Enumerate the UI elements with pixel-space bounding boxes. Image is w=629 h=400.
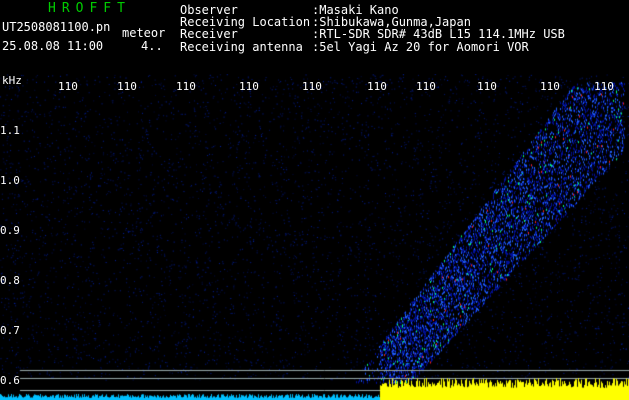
time-tick-label: 110 bbox=[176, 80, 196, 93]
y-tick-label: 0.8 bbox=[0, 274, 20, 287]
time-tick-label: 110 bbox=[239, 80, 259, 93]
spectrogram bbox=[0, 74, 629, 400]
detection-type-label: meteor bbox=[122, 26, 166, 40]
time-tick-label: 110 bbox=[58, 80, 78, 93]
y-tick-label: 0.7 bbox=[0, 324, 20, 337]
time-tick-label: 110 bbox=[117, 80, 137, 93]
receiver-label: Receiver bbox=[180, 27, 238, 42]
date-time: 25.08.08 11:00 bbox=[2, 39, 104, 53]
info-labels: Observer Receiving Location Receiver Rec… bbox=[180, 4, 310, 53]
file-name: UT2508081100.pn bbox=[2, 20, 111, 34]
time-tick-label: 110 bbox=[367, 80, 387, 93]
time-tick-label: 110 bbox=[594, 80, 614, 93]
antenna-label: Receiving antenna bbox=[180, 39, 303, 54]
antenna-value: :5el Yagi Az 20 for Aomori VOR bbox=[312, 39, 529, 54]
y-unit-label: kHz bbox=[2, 74, 22, 87]
time-tick-label: 110 bbox=[302, 80, 322, 93]
app-title: HROFFT bbox=[48, 1, 131, 16]
info-values: :Masaki Kano :Shibukawa,Gunma,Japan :RTL… bbox=[312, 4, 565, 53]
time-tick-label: 110 bbox=[416, 80, 436, 93]
y-tick-label: 1.0 bbox=[0, 174, 20, 187]
y-tick-label: 0.9 bbox=[0, 224, 20, 237]
receiver-value: :RTL-SDR SDR# 43dB L15 114.1MHz USB bbox=[312, 27, 565, 42]
y-tick-label: 0.6 bbox=[0, 374, 20, 387]
time-tick-label: 110 bbox=[477, 80, 497, 93]
y-tick-label: 1.1 bbox=[0, 124, 20, 137]
time-tick-label: 110 bbox=[540, 80, 560, 93]
detection-count: 4.. bbox=[141, 39, 163, 53]
